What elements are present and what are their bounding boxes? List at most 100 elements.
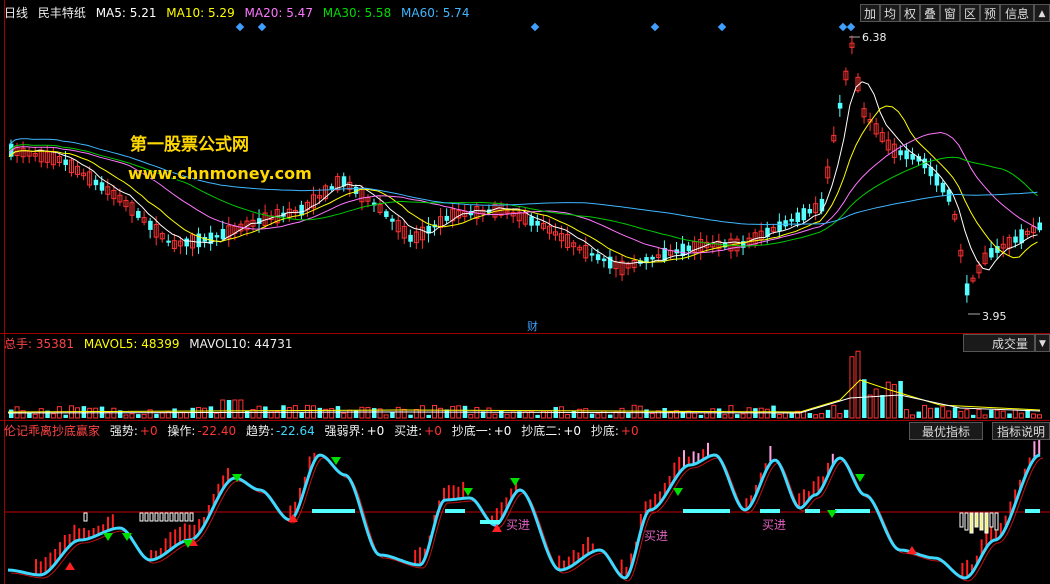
indicator-hollow-bar bbox=[83, 512, 88, 522]
best-indicator-button[interactable]: 最优指标 bbox=[909, 422, 983, 440]
volume-bar bbox=[873, 388, 879, 419]
volume-bar bbox=[504, 413, 510, 419]
volume-bar bbox=[589, 413, 595, 418]
volume-bar bbox=[637, 405, 643, 419]
volume-bar bbox=[202, 407, 208, 419]
indicator-hollow-bar bbox=[174, 512, 179, 522]
indicator-hollow-bar bbox=[164, 512, 169, 522]
period-label[interactable]: 日线 bbox=[4, 6, 28, 20]
volume-bar bbox=[928, 407, 934, 419]
candle-body bbox=[650, 256, 655, 260]
volume-bar bbox=[492, 413, 498, 419]
ma20-value: MA20: 5.47 bbox=[244, 6, 313, 20]
candle-body bbox=[63, 159, 68, 166]
volume-bar bbox=[922, 404, 928, 419]
volume-bar bbox=[867, 394, 873, 419]
toolbar-collapse-icon[interactable]: ▲ bbox=[1034, 4, 1050, 22]
volume-bar bbox=[940, 406, 946, 419]
volume-bar bbox=[885, 381, 891, 419]
volume-bar bbox=[468, 413, 474, 419]
volume-bar bbox=[704, 412, 710, 419]
volume-bar bbox=[952, 407, 958, 418]
indicator-hollow-bar bbox=[144, 512, 149, 522]
candle-body bbox=[220, 229, 226, 240]
volume-bar bbox=[807, 412, 813, 418]
toolbar-overlay-button[interactable]: 叠 bbox=[920, 4, 940, 22]
volume-bar bbox=[1037, 414, 1042, 419]
volume-bar bbox=[401, 408, 407, 419]
volume-header: 总手: 35381 MAVOL5: 48399 MAVOL10: 44731 bbox=[4, 335, 299, 353]
high-price-label: 6.38 bbox=[862, 31, 887, 44]
volume-bar bbox=[232, 399, 238, 419]
buy-label: 买进 bbox=[762, 518, 787, 532]
volume-bar bbox=[976, 408, 982, 419]
indicator-name[interactable]: 伦记乖离抄底赢家 bbox=[4, 424, 100, 438]
volume-bar bbox=[613, 411, 619, 419]
ma60-value: MA60: 5.74 bbox=[401, 6, 470, 20]
candle-body bbox=[686, 245, 692, 252]
sell-arrow-icon bbox=[463, 488, 473, 496]
total-volume-value: 总手: 35381 bbox=[4, 337, 75, 351]
toolbar-rights-button[interactable]: 权 bbox=[900, 4, 920, 22]
indicator-hollow-bar bbox=[179, 512, 184, 522]
volume-indicator-select[interactable]: 成交量 bbox=[963, 334, 1035, 352]
volume-bar bbox=[141, 413, 147, 419]
volume-bar bbox=[286, 407, 292, 419]
volume-bar bbox=[317, 407, 323, 418]
volume-bar bbox=[444, 409, 450, 418]
toolbar-info-button[interactable]: 信息 bbox=[1000, 4, 1034, 22]
indicator-hollow-bar bbox=[139, 512, 144, 522]
toolbar-range-button[interactable]: 区 bbox=[960, 4, 980, 22]
volume-bar bbox=[571, 410, 577, 418]
toolbar-average-button[interactable]: 均 bbox=[880, 4, 900, 22]
buy-label: 买进 bbox=[644, 529, 669, 543]
toolbar-forecast-button[interactable]: 预 bbox=[980, 4, 1000, 22]
volume-bar bbox=[813, 414, 819, 419]
volume-bar bbox=[970, 414, 976, 418]
candle-body bbox=[934, 173, 940, 186]
candle-body bbox=[807, 208, 813, 214]
chart-canvas[interactable] bbox=[0, 0, 1050, 584]
indicator-hollow-bar bbox=[984, 512, 989, 534]
indicator-field-value: -22.40 bbox=[197, 424, 237, 438]
volume-bar bbox=[626, 413, 631, 418]
candle-body bbox=[595, 254, 601, 261]
volume-bar bbox=[159, 412, 165, 419]
ma-line bbox=[8, 144, 1038, 247]
volume-bar bbox=[698, 414, 704, 418]
indicator-field-label: 强弱界: bbox=[324, 424, 365, 438]
volume-bar bbox=[843, 409, 849, 418]
watermark-url: www.chnmoney.com bbox=[128, 164, 312, 183]
volume-bar bbox=[220, 399, 226, 419]
event-marker-icon bbox=[838, 22, 848, 32]
candle-body bbox=[783, 220, 788, 227]
indicator-field-label: 抄底一: bbox=[451, 424, 492, 438]
volume-bar bbox=[474, 406, 480, 419]
volume-bar bbox=[916, 411, 921, 418]
buy-arrow-icon bbox=[65, 562, 75, 570]
toolbar-add-button[interactable]: 加 bbox=[860, 4, 880, 22]
toolbar-window-button[interactable]: 窗 bbox=[940, 4, 960, 22]
financial-report-marker[interactable]: 财 bbox=[527, 318, 538, 334]
volume-bar bbox=[56, 406, 62, 419]
indicator-hollow-bar bbox=[169, 512, 174, 522]
volume-bar bbox=[9, 409, 14, 418]
indicator-field-label: 趋势: bbox=[245, 424, 275, 438]
candle-body bbox=[777, 221, 782, 232]
volume-bar bbox=[63, 414, 68, 418]
volume-bar bbox=[607, 414, 613, 418]
indicator-hollow-bar bbox=[149, 512, 154, 522]
indicator-hollow-bar bbox=[189, 512, 194, 522]
indicator-help-button[interactable]: 指标说明 bbox=[992, 422, 1050, 440]
event-marker-icon bbox=[650, 22, 660, 32]
volume-bar bbox=[934, 407, 940, 418]
volume-bar bbox=[123, 414, 129, 419]
volume-bar bbox=[395, 406, 401, 419]
candle-body bbox=[444, 215, 450, 221]
chevron-down-icon[interactable]: ▼ bbox=[1035, 334, 1050, 352]
indicator-field-label: 买进: bbox=[394, 424, 423, 438]
indicator-hollow-bar bbox=[964, 512, 969, 531]
candle-body bbox=[329, 186, 335, 190]
candle-body bbox=[148, 220, 153, 230]
volume-bar bbox=[880, 395, 885, 418]
